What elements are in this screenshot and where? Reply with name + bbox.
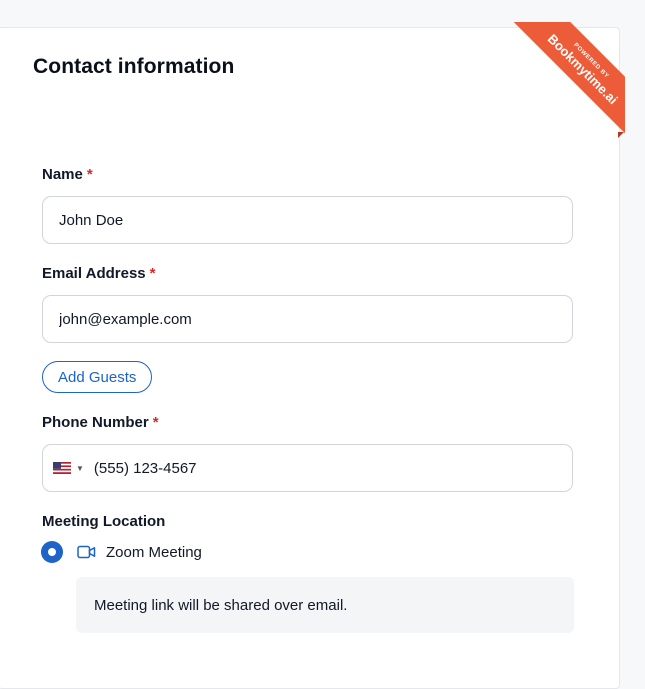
chevron-down-icon: ▼ xyxy=(76,463,84,473)
powered-by-ribbon[interactable]: POWERED BY Bookmytime.ai xyxy=(513,22,625,134)
ribbon-brand: Bookmytime.ai xyxy=(545,30,622,107)
required-mark: * xyxy=(149,265,156,282)
phone-label-text: Phone Number xyxy=(42,414,149,431)
name-input[interactable] xyxy=(59,211,572,229)
email-input[interactable] xyxy=(59,310,572,328)
add-guests-button[interactable]: Add Guests xyxy=(42,361,153,393)
video-camera-icon xyxy=(77,545,96,559)
radio-dot xyxy=(48,548,56,556)
country-selector[interactable]: ▼ xyxy=(53,462,84,474)
ribbon-fold xyxy=(618,132,624,138)
phone-input[interactable] xyxy=(93,459,572,477)
meeting-location-label: Meeting Location xyxy=(42,513,166,530)
email-label-text: Email Address xyxy=(42,265,146,282)
email-label: Email Address * xyxy=(42,265,156,282)
meeting-note: Meeting link will be shared over email. xyxy=(76,577,574,633)
required-mark: * xyxy=(86,166,93,183)
name-label-text: Name xyxy=(42,166,83,183)
name-label: Name * xyxy=(42,166,93,183)
required-mark: * xyxy=(152,414,159,431)
phone-label: Phone Number * xyxy=(42,414,159,431)
page-title: Contact information xyxy=(33,55,235,78)
radio-button-selected[interactable] xyxy=(41,541,63,563)
phone-field: ▼ xyxy=(42,444,573,492)
name-field[interactable] xyxy=(42,196,573,244)
meeting-option-zoom[interactable]: Zoom Meeting xyxy=(41,541,202,563)
ribbon-banner: POWERED BY Bookmytime.ai xyxy=(513,22,625,134)
meeting-option-label: Zoom Meeting xyxy=(106,543,202,561)
us-flag-icon xyxy=(53,462,71,474)
email-field[interactable] xyxy=(42,295,573,343)
